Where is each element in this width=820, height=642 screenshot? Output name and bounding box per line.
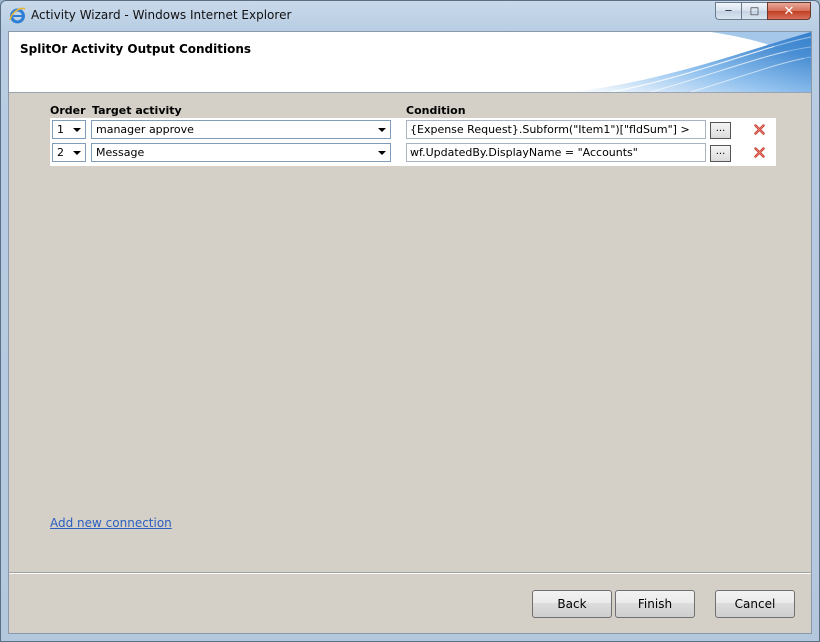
close-icon: ✕ [783, 3, 795, 19]
back-button[interactable]: Back [532, 590, 612, 618]
delete-x-icon[interactable] [754, 147, 765, 158]
column-header-order: Order [50, 104, 86, 117]
wizard-header: SplitOr Activity Output Conditions [9, 32, 811, 93]
maximize-icon: □ [749, 5, 760, 17]
delete-x-icon[interactable] [754, 124, 765, 135]
target-activity-select[interactable]: manager approve [91, 120, 391, 139]
table-row: 1 manager approve {Expense Request}.Subf… [50, 120, 776, 142]
dropdown-arrow-icon [73, 128, 81, 132]
column-header-condition: Condition [406, 104, 466, 117]
browse-condition-button[interactable]: ... [710, 145, 731, 162]
table-row: 2 Message wf.UpdatedBy.DisplayName = "Ac… [50, 143, 776, 165]
conditions-grid: 1 manager approve {Expense Request}.Subf… [50, 118, 776, 166]
order-select[interactable]: 2 [52, 143, 86, 162]
column-header-target: Target activity [92, 104, 182, 117]
wizard-client-area: SplitOr Activity Output Conditions Order… [8, 31, 812, 634]
order-select[interactable]: 1 [52, 120, 86, 139]
condition-input[interactable]: {Expense Request}.Subform("Item1")["fldS… [406, 120, 706, 139]
page-title: SplitOr Activity Output Conditions [20, 42, 252, 56]
minimize-button[interactable]: ─ [715, 2, 741, 20]
dropdown-arrow-icon [73, 151, 81, 155]
header-decoration [571, 32, 811, 92]
ie-icon [9, 7, 26, 24]
close-window-button[interactable]: ✕ [767, 2, 811, 20]
add-new-connection-link[interactable]: Add new connection [50, 516, 172, 530]
browser-window: Activity Wizard - Windows Internet Explo… [0, 0, 820, 642]
window-title: Activity Wizard - Windows Internet Explo… [31, 8, 292, 22]
minimize-icon: ─ [725, 5, 732, 17]
dropdown-arrow-icon [378, 151, 386, 155]
maximize-button[interactable]: □ [741, 2, 767, 20]
browse-condition-button[interactable]: ... [710, 122, 731, 139]
cancel-button[interactable]: Cancel [715, 590, 795, 618]
finish-button[interactable]: Finish [615, 590, 695, 618]
title-bar[interactable]: Activity Wizard - Windows Internet Explo… [1, 1, 819, 31]
dropdown-arrow-icon [378, 128, 386, 132]
target-activity-select[interactable]: Message [91, 143, 391, 162]
condition-input[interactable]: wf.UpdatedBy.DisplayName = "Accounts" [406, 143, 706, 162]
footer-divider [9, 572, 811, 574]
